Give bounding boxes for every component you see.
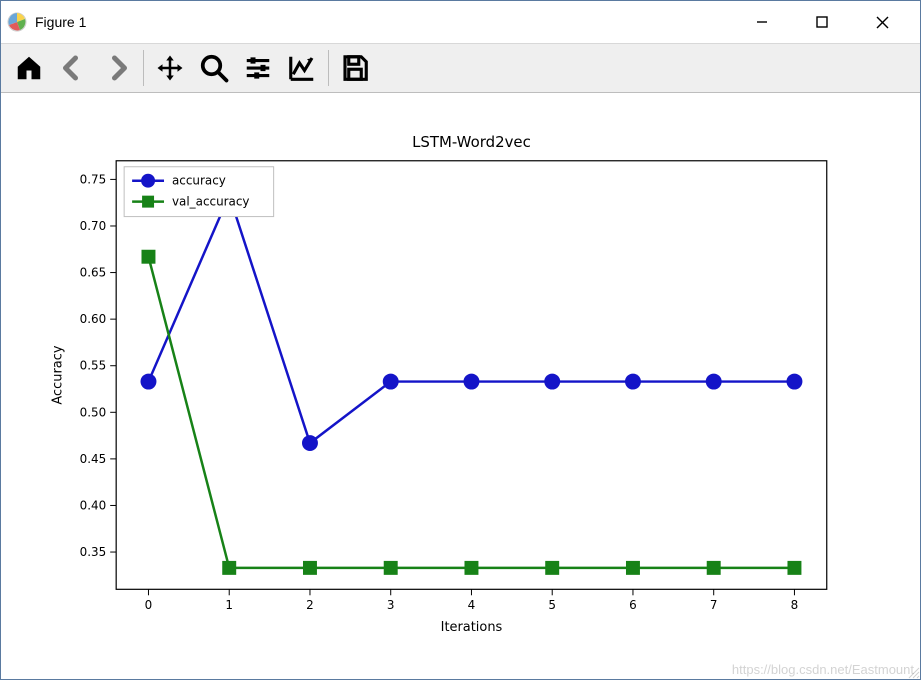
x-tick-label: 7 <box>710 598 718 612</box>
series-marker <box>303 561 317 575</box>
series-marker <box>786 374 802 390</box>
y-tick-label: 0.70 <box>80 219 107 233</box>
window-title: Figure 1 <box>35 14 86 30</box>
y-axis-label: Accuracy <box>50 345 65 404</box>
window-titlebar: Figure 1 <box>1 1 920 43</box>
series-marker <box>626 561 640 575</box>
series-line <box>148 257 794 568</box>
series-marker <box>787 561 801 575</box>
series-marker <box>544 374 560 390</box>
y-tick-label: 0.35 <box>80 545 107 559</box>
legend-label: accuracy <box>172 174 226 188</box>
x-tick-label: 3 <box>387 598 395 612</box>
series-marker <box>141 250 155 264</box>
save-button[interactable] <box>333 46 377 90</box>
series-marker <box>141 374 157 390</box>
chart-area: LSTM-Word2vec 0 1 2 3 4 5 6 7 8 Iterations 0.35 0.40… <box>1 93 920 679</box>
configure-subplots-button[interactable] <box>236 46 280 90</box>
y-tick-label: 0.40 <box>80 498 107 512</box>
app-icon <box>7 12 27 32</box>
toolbar-separator <box>143 50 144 86</box>
series-marker <box>222 561 236 575</box>
x-tick-label: 5 <box>548 598 556 612</box>
back-button[interactable] <box>51 46 95 90</box>
y-tick-label: 0.45 <box>80 452 107 466</box>
resize-grip-icon[interactable] <box>906 665 920 679</box>
series-line <box>148 195 794 443</box>
maximize-button[interactable] <box>792 1 852 43</box>
x-tick-label: 8 <box>791 598 799 612</box>
chart-title: LSTM-Word2vec <box>412 133 531 151</box>
forward-button[interactable] <box>95 46 139 90</box>
y-tick-label: 0.50 <box>80 405 107 419</box>
series-marker <box>707 561 721 575</box>
pan-button[interactable] <box>148 46 192 90</box>
series-marker <box>383 374 399 390</box>
toolbar <box>1 43 920 93</box>
series-marker <box>706 374 722 390</box>
chart-svg: LSTM-Word2vec 0 1 2 3 4 5 6 7 8 Iterations 0.35 0.40… <box>1 93 920 679</box>
y-tick-label: 0.60 <box>80 312 107 326</box>
series-marker <box>302 435 318 451</box>
legend-label: val_accuracy <box>172 195 250 209</box>
x-tick-label: 2 <box>306 598 314 612</box>
series-marker <box>625 374 641 390</box>
y-tick-label: 0.65 <box>80 266 107 280</box>
x-tick-label: 1 <box>225 598 233 612</box>
x-tick-label: 4 <box>468 598 476 612</box>
series-marker <box>464 561 478 575</box>
zoom-button[interactable] <box>192 46 236 90</box>
minimize-button[interactable] <box>732 1 792 43</box>
x-tick-label: 0 <box>145 598 153 612</box>
series-marker <box>463 374 479 390</box>
y-tick-label: 0.55 <box>80 359 107 373</box>
edit-axis-button[interactable] <box>280 46 324 90</box>
x-tick-label: 6 <box>629 598 637 612</box>
close-button[interactable] <box>852 1 912 43</box>
watermark: https://blog.csdn.net/Eastmount <box>732 662 914 677</box>
home-button[interactable] <box>7 46 51 90</box>
y-tick-label: 0.75 <box>80 172 107 186</box>
series-marker <box>545 561 559 575</box>
x-axis-label: Iterations <box>441 620 503 635</box>
toolbar-separator <box>328 50 329 86</box>
series-marker <box>384 561 398 575</box>
